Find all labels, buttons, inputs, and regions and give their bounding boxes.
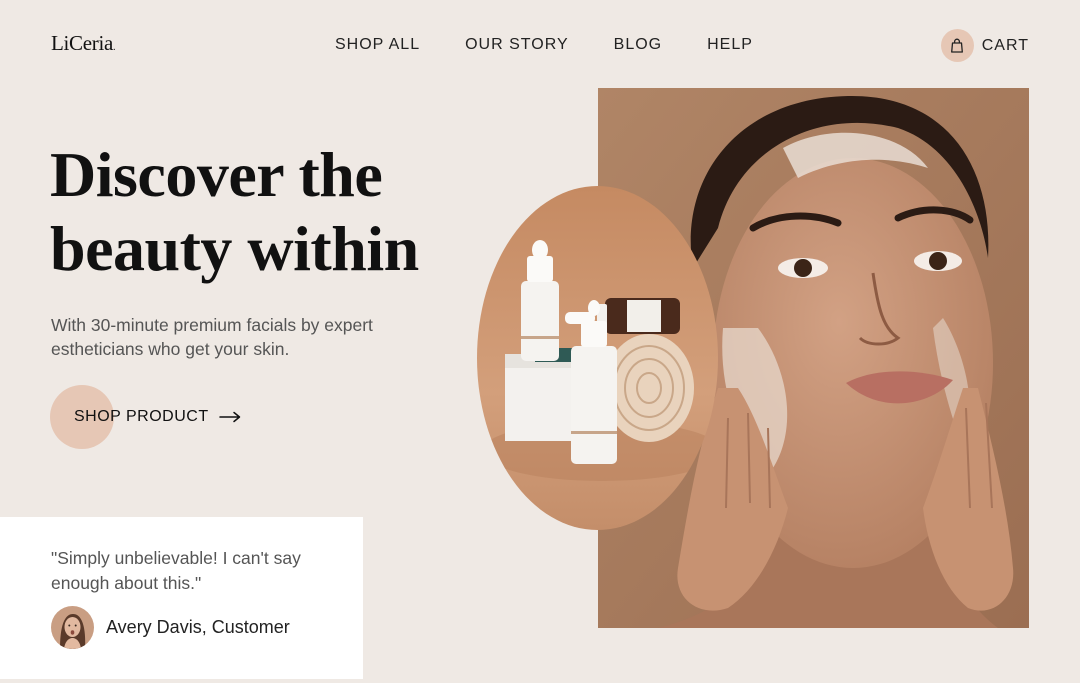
testimonial-author-name: Avery Davis, Customer — [106, 617, 290, 637]
avatar — [51, 606, 94, 649]
cta-label: SHOP PRODUCT — [74, 408, 209, 425]
shop-product-button[interactable]: SHOP PRODUCT — [50, 385, 241, 449]
nav-shop-all[interactable]: SHOP ALL — [335, 36, 420, 54]
product-bottles-photo — [477, 186, 718, 530]
cart-button[interactable]: CART — [940, 29, 1029, 62]
testimonial-card: "Simply unbelievable! I can't say enough… — [0, 517, 363, 679]
hero-title: Discover the beauty within — [50, 138, 480, 286]
brand-logo[interactable]: LiCeria. — [51, 31, 116, 56]
nav-help[interactable]: HELP — [707, 36, 753, 54]
testimonial-quote: "Simply unbelievable! I can't say enough… — [51, 548, 301, 593]
cart-icon-bubble — [940, 29, 974, 62]
hero-title-line-2: beauty within — [50, 213, 419, 284]
brand-name: LiCeria — [51, 31, 114, 55]
hero-subtitle: With 30-minute premium facials by expert… — [51, 315, 373, 359]
brand-suffix: . — [113, 42, 116, 53]
nav-our-story[interactable]: OUR STORY — [465, 36, 569, 54]
nav-blog[interactable]: BLOG — [614, 36, 662, 54]
cart-label: CART — [981, 36, 1029, 54]
main-nav: SHOP ALL OUR STORY BLOG HELP — [335, 36, 753, 54]
arrow-right-icon — [218, 411, 241, 423]
testimonial-author: Avery Davis, Customer — [51, 606, 290, 649]
shopping-bag-icon — [951, 38, 964, 53]
hero-title-line-1: Discover the — [50, 139, 383, 210]
